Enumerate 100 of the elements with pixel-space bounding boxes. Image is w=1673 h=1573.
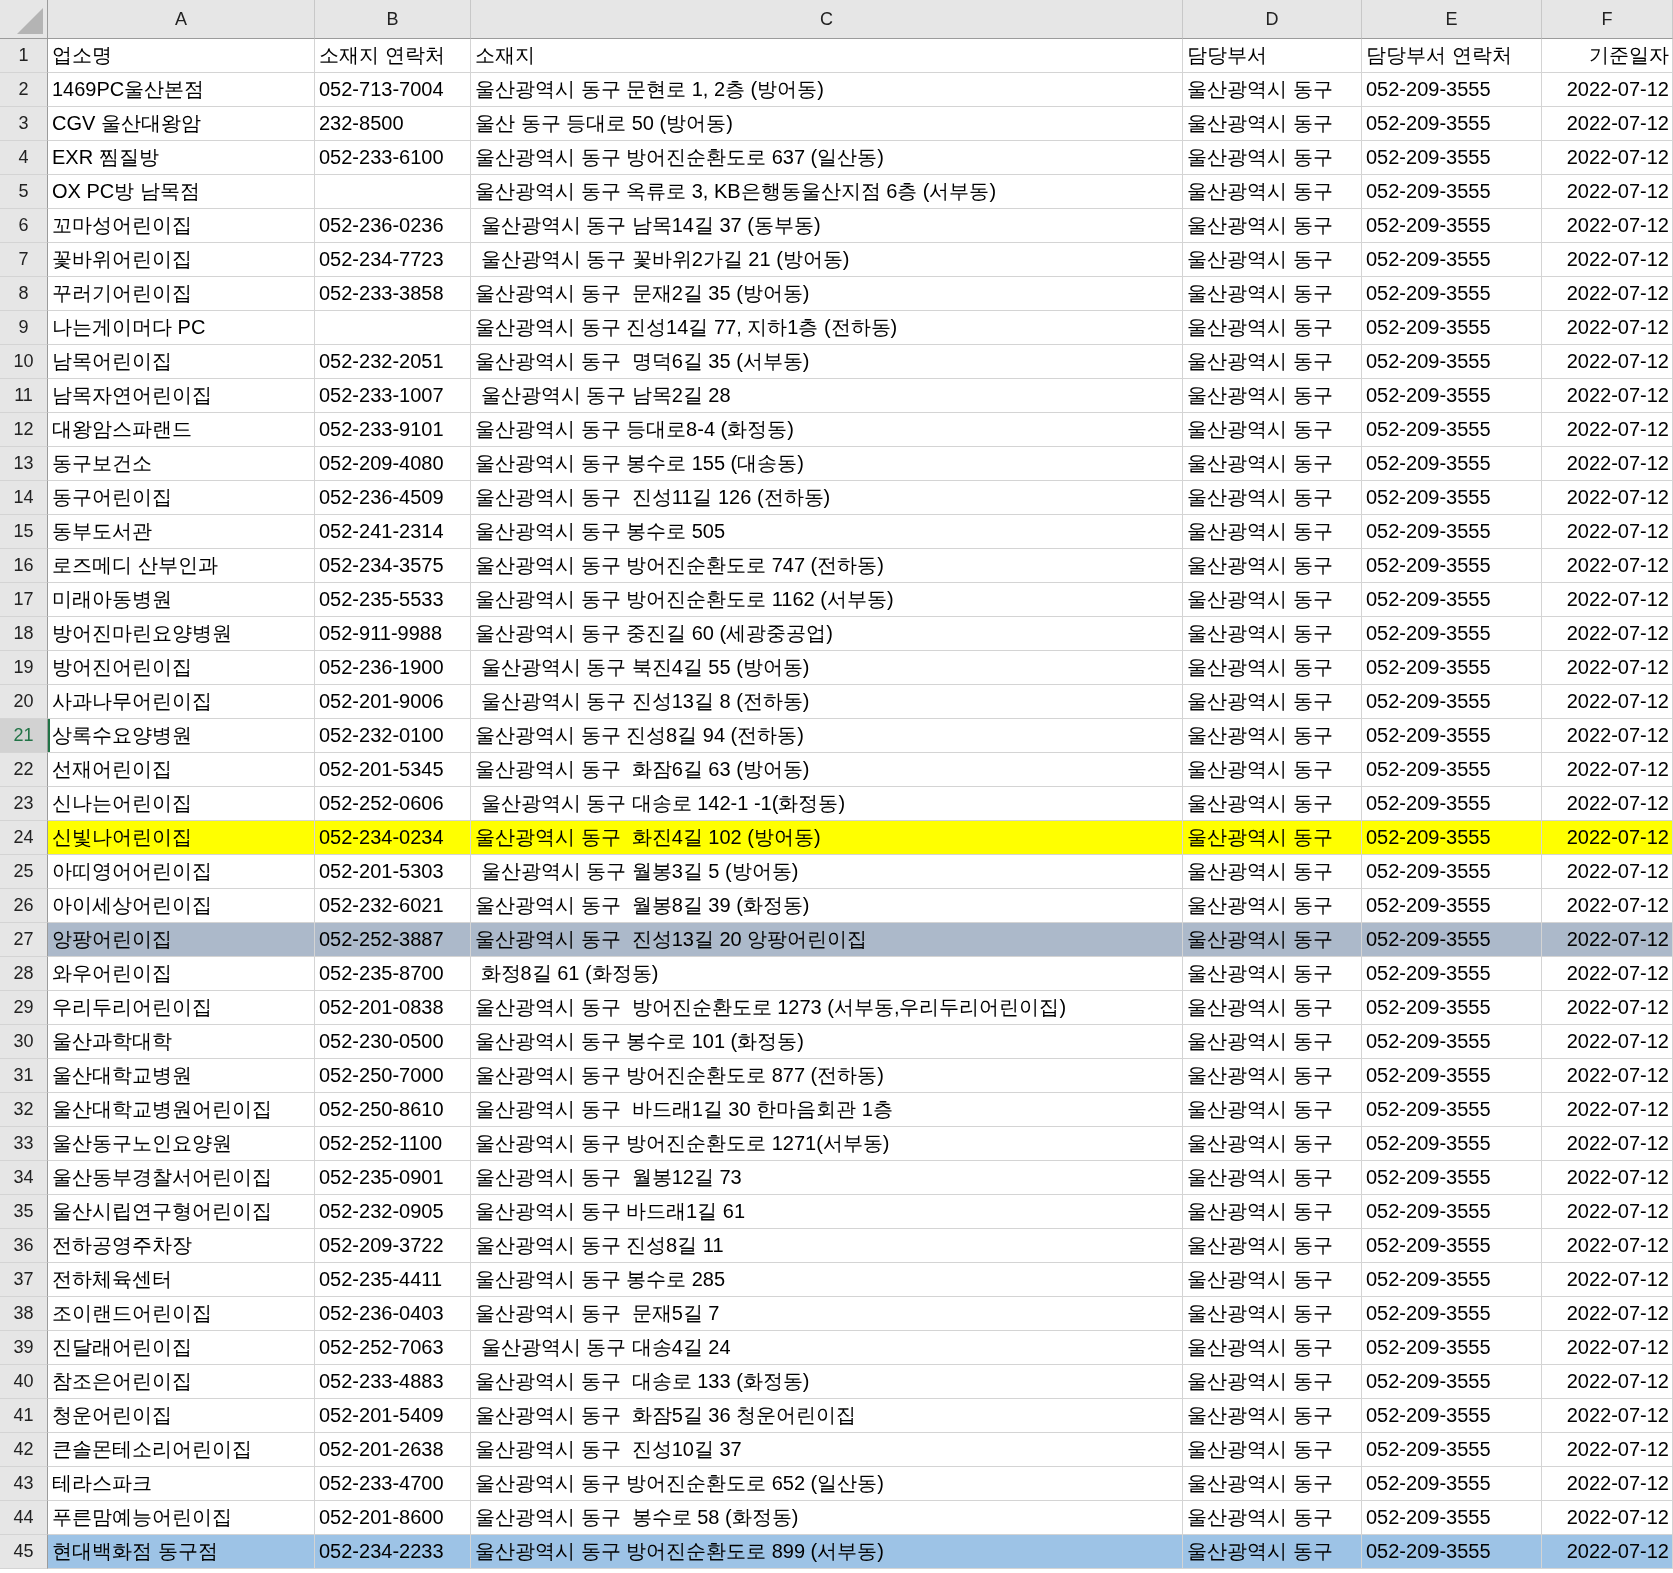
table-cell: 동부도서관 [48, 515, 315, 549]
row-header[interactable]: 35 [0, 1195, 48, 1229]
row-header[interactable]: 6 [0, 209, 48, 243]
row-header[interactable]: 19 [0, 651, 48, 685]
table-cell: 2022-07-12 [1542, 175, 1673, 209]
row-header[interactable]: 44 [0, 1501, 48, 1535]
row-header[interactable]: 37 [0, 1263, 48, 1297]
row-header[interactable]: 38 [0, 1297, 48, 1331]
row-header[interactable]: 29 [0, 991, 48, 1025]
table-cell: 울산과학대학 [48, 1025, 315, 1059]
row-header[interactable]: 9 [0, 311, 48, 345]
row-header[interactable]: 45 [0, 1535, 48, 1569]
table-cell: 2022-07-12 [1542, 1127, 1673, 1161]
column-header[interactable]: D [1183, 0, 1362, 39]
row-header[interactable]: 10 [0, 345, 48, 379]
row-header[interactable]: 17 [0, 583, 48, 617]
table-cell: 2022-07-12 [1542, 1535, 1673, 1569]
table-cell: 울산광역시 동구 북진4길 55 (방어동) [471, 651, 1183, 685]
table-cell: 조이랜드어린이집 [48, 1297, 315, 1331]
table-cell: 2022-07-12 [1542, 311, 1673, 345]
column-header[interactable]: E [1362, 0, 1542, 39]
table-cell: 기준일자 [1542, 39, 1673, 73]
row-header[interactable]: 16 [0, 549, 48, 583]
column-header[interactable]: B [315, 0, 471, 39]
table-cell: 울산광역시 동구 진성14길 77, 지하1층 (전하동) [471, 311, 1183, 345]
row-header[interactable]: 28 [0, 957, 48, 991]
table-cell: 052-209-3555 [1362, 243, 1542, 277]
row-header[interactable]: 39 [0, 1331, 48, 1365]
table-cell: 2022-07-12 [1542, 481, 1673, 515]
row-header[interactable]: 42 [0, 1433, 48, 1467]
table-cell: 052-236-4509 [315, 481, 471, 515]
row-header[interactable]: 5 [0, 175, 48, 209]
table-cell: 울산광역시 동구 문재5길 7 [471, 1297, 1183, 1331]
row-header[interactable]: 33 [0, 1127, 48, 1161]
row-header[interactable]: 14 [0, 481, 48, 515]
table-cell: 052-209-3555 [1362, 379, 1542, 413]
column-header[interactable]: C [471, 0, 1183, 39]
table-cell: 2022-07-12 [1542, 243, 1673, 277]
table-cell: 울산대학교병원 [48, 1059, 315, 1093]
row-header[interactable]: 32 [0, 1093, 48, 1127]
table-cell: 052-201-0838 [315, 991, 471, 1025]
table-cell: 2022-07-12 [1542, 73, 1673, 107]
row-header[interactable]: 36 [0, 1229, 48, 1263]
select-all-button[interactable] [0, 0, 48, 39]
row-header[interactable]: 21 [0, 719, 48, 753]
row-header[interactable]: 34 [0, 1161, 48, 1195]
row-header[interactable]: 40 [0, 1365, 48, 1399]
table-cell: 2022-07-12 [1542, 923, 1673, 957]
table-cell: 052-236-0236 [315, 209, 471, 243]
row-header[interactable]: 26 [0, 889, 48, 923]
table-cell: 울산광역시 동구 진성10길 37 [471, 1433, 1183, 1467]
table-cell: 052-250-7000 [315, 1059, 471, 1093]
column-header[interactable]: A [48, 0, 315, 39]
row-header[interactable]: 4 [0, 141, 48, 175]
row-header[interactable]: 3 [0, 107, 48, 141]
row-header[interactable]: 12 [0, 413, 48, 447]
row-header[interactable]: 41 [0, 1399, 48, 1433]
table-cell: 052-209-3555 [1362, 447, 1542, 481]
row-header[interactable]: 7 [0, 243, 48, 277]
table-cell: 2022-07-12 [1542, 107, 1673, 141]
table-cell: 052-209-3555 [1362, 617, 1542, 651]
table-cell: 진달래어린이집 [48, 1331, 315, 1365]
table-cell: 2022-07-12 [1542, 1331, 1673, 1365]
row-header[interactable]: 24 [0, 821, 48, 855]
row-header[interactable]: 20 [0, 685, 48, 719]
row-header[interactable]: 25 [0, 855, 48, 889]
row-header[interactable]: 13 [0, 447, 48, 481]
row-header[interactable]: 31 [0, 1059, 48, 1093]
row-header[interactable]: 11 [0, 379, 48, 413]
table-cell: 울산광역시 동구 방어진순환도로 1162 (서부동) [471, 583, 1183, 617]
table-cell: 2022-07-12 [1542, 1399, 1673, 1433]
table-cell: 앙팡어린이집 [48, 923, 315, 957]
row-header[interactable]: 15 [0, 515, 48, 549]
table-cell: 2022-07-12 [1542, 1229, 1673, 1263]
row-header[interactable]: 1 [0, 39, 48, 73]
table-cell: 052-911-9988 [315, 617, 471, 651]
table-cell: 2022-07-12 [1542, 855, 1673, 889]
table-cell: 울산광역시 동구 [1183, 1229, 1362, 1263]
row-header[interactable]: 27 [0, 923, 48, 957]
table-cell: 울산광역시 동구 [1183, 107, 1362, 141]
row-header[interactable]: 8 [0, 277, 48, 311]
table-cell: 052-201-5409 [315, 1399, 471, 1433]
table-cell: 울산광역시 동구 방어진순환도로 652 (일산동) [471, 1467, 1183, 1501]
table-cell: 052-234-3575 [315, 549, 471, 583]
row-header[interactable]: 18 [0, 617, 48, 651]
row-header[interactable]: 30 [0, 1025, 48, 1059]
table-cell: 052-234-2233 [315, 1535, 471, 1569]
table-cell: 울산광역시 동구 [1183, 991, 1362, 1025]
table-cell: 참조은어린이집 [48, 1365, 315, 1399]
table-cell: 소재지 [471, 39, 1183, 73]
row-header[interactable]: 22 [0, 753, 48, 787]
column-header[interactable]: F [1542, 0, 1673, 39]
table-cell: 052-235-8700 [315, 957, 471, 991]
row-header[interactable]: 2 [0, 73, 48, 107]
table-cell: 052-209-3555 [1362, 515, 1542, 549]
table-cell: 울산광역시 동구 [1183, 1365, 1362, 1399]
row-header[interactable]: 23 [0, 787, 48, 821]
row-header[interactable]: 43 [0, 1467, 48, 1501]
triangle-icon [17, 8, 43, 34]
table-cell: 052-209-3555 [1362, 1229, 1542, 1263]
